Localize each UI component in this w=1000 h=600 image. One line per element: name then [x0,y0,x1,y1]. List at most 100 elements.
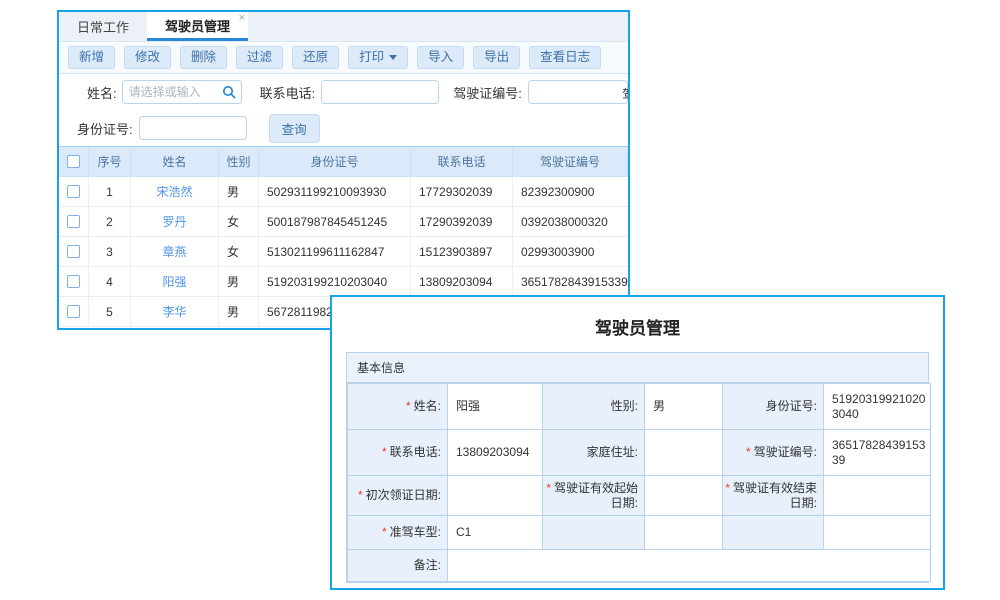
required-marker: * [546,481,551,495]
search-row-1: 姓名: 联系电话: 驾驶证编号: 驾 [59,74,628,110]
driver-name-link[interactable]: 宋浩然 [156,183,192,200]
table-row: 4 阳强 男 519203199210203040 13809203094 36… [59,267,628,297]
detail-window-title: 驾驶员管理 [332,297,943,352]
desktop: 日常工作 驾驶员管理 × 新增 修改 删除 过滤 还原 打印 导入 导出 查看日… [0,0,1000,600]
row-checkbox[interactable] [67,305,80,318]
first-issue-date-field-value[interactable] [448,476,543,516]
phone-search-label: 联系电话: [260,83,316,102]
cell-seq: 3 [89,237,131,266]
query-button[interactable]: 查询 [269,114,320,143]
col-id-number: 身份证号 [259,147,411,176]
phone-search-input[interactable] [321,80,439,104]
phone-field-label: *联系电话: [348,430,448,476]
table-row: 2 罗丹 女 500187987845451245 17290392039 03… [59,207,628,237]
col-license: 驾驶证编号 [513,147,628,176]
driver-name-link[interactable]: 章燕 [162,243,186,260]
required-marker: * [358,488,363,502]
row-checkbox[interactable] [67,185,80,198]
print-button[interactable]: 打印 [348,46,408,69]
col-gender: 性别 [219,147,259,176]
cell-seq: 4 [89,267,131,296]
license-field-value[interactable]: 3651782843915339 [824,430,931,476]
cell-seq: 5 [89,297,131,326]
phone-field-value[interactable]: 13809203094 [448,430,543,476]
idnumber-search-label: 身份证号: [77,119,133,138]
caret-down-icon [389,55,397,60]
table-row: 1 宋浩然 男 502931199210093930 17729302039 8… [59,177,628,207]
cell-seq: 1 [89,177,131,206]
search-area: 姓名: 联系电话: 驾驶证编号: 驾 身份证号: 查询 [59,74,628,146]
filter-button[interactable]: 过滤 [236,46,283,69]
tab-daily-work[interactable]: 日常工作 [59,12,147,41]
driver-detail-window: 驾驶员管理 基本信息 *姓名: 阳强 性别: 男 身份证号: 5 [330,295,945,590]
idnumber-search-input[interactable] [139,116,247,140]
required-marker: * [382,525,387,539]
select-all-checkbox[interactable] [67,155,80,168]
license-search-input[interactable] [528,80,628,104]
add-button[interactable]: 新增 [68,46,115,69]
view-log-button[interactable]: 查看日志 [529,46,601,69]
cell-id-number: 500187987845451245 [259,207,411,236]
print-button-label: 打印 [359,50,384,65]
tab-driver-management[interactable]: 驾驶员管理 × [147,12,248,41]
cell-license: 3651782843915339 [513,267,628,296]
driver-name-link[interactable]: 李华 [162,303,186,320]
cell-phone: 15123903897 [411,237,513,266]
tab-bar: 日常工作 驾驶员管理 × [59,12,628,42]
row-checkbox[interactable] [67,275,80,288]
driver-name-link[interactable]: 罗丹 [162,213,186,230]
required-marker: * [406,399,411,413]
gender-field-value[interactable]: 男 [645,384,723,430]
valid-end-field-value[interactable] [824,476,931,516]
cell-phone: 13809203094 [411,267,513,296]
vehicle-type-field-value[interactable]: C1 [448,516,543,550]
idnumber-field-label: 身份证号: [723,384,824,430]
cell-phone: 17729302039 [411,177,513,206]
license-field-label: *驾驶证编号: [723,430,824,476]
name-field-label: *姓名: [348,384,448,430]
cell-gender: 女 [219,237,259,266]
required-marker: * [382,445,387,459]
driver-list-window: 日常工作 驾驶员管理 × 新增 修改 删除 过滤 还原 打印 导入 导出 查看日… [57,10,630,330]
cell-id-number: 502931199210093930 [259,177,411,206]
row-checkbox[interactable] [67,245,80,258]
cell-seq: 2 [89,207,131,236]
export-button[interactable]: 导出 [473,46,520,69]
import-button[interactable]: 导入 [417,46,464,69]
search-row-2: 身份证号: 查询 [59,110,628,146]
name-field-value[interactable]: 阳强 [448,384,543,430]
empty-value-cell [824,516,931,550]
valid-start-field-label: *驾驶证有效起始日期: [543,476,645,516]
delete-button[interactable]: 删除 [180,46,227,69]
close-icon[interactable]: × [239,13,245,24]
cell-gender: 女 [219,207,259,236]
table-row: 3 章燕 女 513021199611162847 15123903897 02… [59,237,628,267]
col-seq: 序号 [89,147,131,176]
cell-id-number: 513021199611162847 [259,237,411,266]
required-marker: * [746,445,751,459]
valid-end-field-label: *驾驶证有效结束日期: [723,476,824,516]
required-marker: * [725,481,730,495]
search-icon[interactable] [222,85,236,99]
row-checkbox[interactable] [67,215,80,228]
remark-field-value[interactable] [448,550,931,582]
first-issue-date-field-label: *初次领证日期: [348,476,448,516]
basic-info-box: 基本信息 *姓名: 阳强 性别: 男 身份证号: 519203199210203… [346,352,929,583]
restore-button[interactable]: 还原 [292,46,339,69]
cell-license: 0392038000320 [513,207,628,236]
toolbar: 新增 修改 删除 过滤 还原 打印 导入 导出 查看日志 [59,42,628,74]
cell-license: 02993003900 [513,237,628,266]
edit-button[interactable]: 修改 [124,46,171,69]
valid-start-field-value[interactable] [645,476,723,516]
clipped-search-label: 驾 [622,84,630,103]
name-search-label: 姓名: [87,83,117,102]
gender-field-label: 性别: [543,384,645,430]
col-name: 姓名 [131,147,219,176]
idnumber-field-value[interactable]: 519203199210203040 [824,384,931,430]
empty-label-cell [723,516,824,550]
empty-value-cell [645,516,723,550]
cell-gender: 男 [219,297,259,326]
address-field-value[interactable] [645,430,723,476]
cell-license: 82392300900 [513,177,628,206]
driver-name-link[interactable]: 阳强 [162,273,186,290]
